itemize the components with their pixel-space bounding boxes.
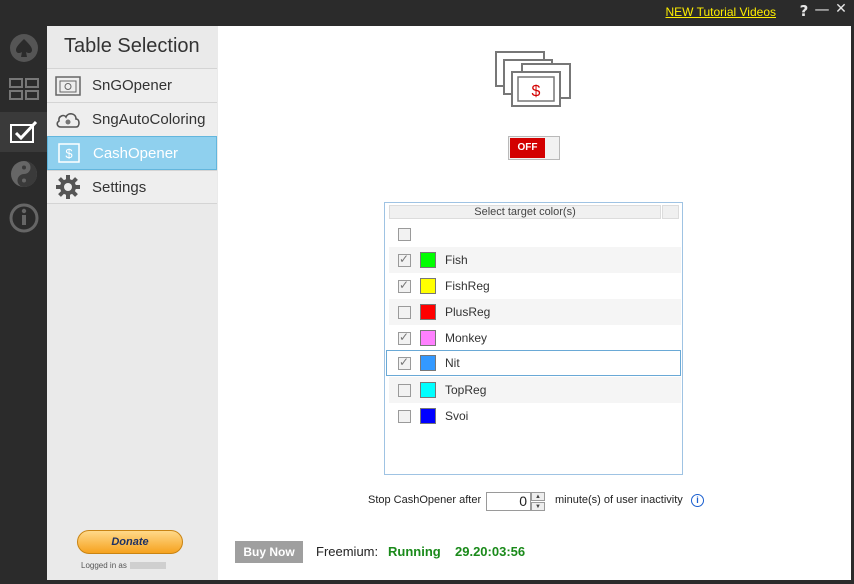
color-name: FishReg xyxy=(445,279,490,293)
nav-label-sngautocoloring: SngAutoColoring xyxy=(92,111,206,128)
nav-label-cashopener: CashOpener xyxy=(93,144,179,162)
color-name: Nit xyxy=(445,356,460,370)
color-row-monkey[interactable]: ✓ Monkey xyxy=(389,325,681,351)
cashopener-toggle[interactable]: OFF xyxy=(508,136,560,160)
svg-text:$: $ xyxy=(532,83,541,100)
color-row-nit[interactable]: ✓ Nit xyxy=(386,350,681,376)
check-mark-icon: ✓ xyxy=(399,277,410,292)
rail-item-yinyang[interactable] xyxy=(4,154,44,194)
info-icon[interactable]: i xyxy=(691,494,704,507)
color-row-topreg[interactable]: TopReg xyxy=(389,377,681,403)
title-bar: NEW Tutorial Videos ? — ✕ xyxy=(0,0,854,26)
timer-text: 29.20:03:56 xyxy=(455,544,526,559)
spin-down-button[interactable]: ▼ xyxy=(531,502,545,511)
nav-item-sngopener[interactable]: SnGOpener xyxy=(47,68,217,102)
main-content: $ OFF Select target color(s) ✓ Fish ✓ Fi… xyxy=(218,26,851,580)
color-checkbox[interactable] xyxy=(398,227,411,241)
color-row-blank[interactable] xyxy=(389,221,681,247)
toggle-off-label: OFF xyxy=(510,138,545,158)
inactivity-minutes-input[interactable]: 0 xyxy=(486,492,531,511)
nav-title: Table Selection xyxy=(64,35,200,57)
username-redacted xyxy=(129,562,166,570)
color-name: TopReg xyxy=(445,383,487,397)
color-swatch xyxy=(420,355,436,371)
yinyang-icon xyxy=(11,161,37,187)
color-list-header-filler xyxy=(662,205,679,219)
color-row-fishreg[interactable]: ✓ FishReg xyxy=(389,273,681,299)
color-swatch xyxy=(420,408,436,424)
rail-item-spade[interactable] xyxy=(4,28,44,68)
rail-item-table-selection[interactable] xyxy=(0,112,47,152)
color-list-header: Select target color(s) xyxy=(389,205,661,219)
color-checkbox[interactable]: ✓ xyxy=(398,354,411,370)
close-button[interactable]: ✕ xyxy=(833,1,849,17)
color-swatch xyxy=(420,304,436,320)
rail-item-info[interactable] xyxy=(4,198,44,238)
nav-label-settings: Settings xyxy=(92,178,147,196)
nav-item-cashopener[interactable]: $ CashOpener xyxy=(47,136,217,170)
logged-in-label: Logged in as xyxy=(81,561,166,570)
help-button[interactable]: ? xyxy=(796,2,812,20)
color-checkbox[interactable]: ✓ xyxy=(398,251,411,267)
cloud-icon xyxy=(54,109,82,131)
target-color-list: Select target color(s) ✓ Fish ✓ FishReg … xyxy=(384,202,683,475)
checkbox-icon xyxy=(9,121,37,143)
color-name: PlusReg xyxy=(445,305,491,319)
nav-item-sngautocoloring[interactable]: SngAutoColoring xyxy=(47,102,217,136)
icon-rail xyxy=(0,26,47,584)
rail-item-grid[interactable] xyxy=(4,69,44,109)
color-swatch xyxy=(420,252,436,268)
color-swatch xyxy=(420,382,436,398)
nav-item-settings[interactable]: Settings xyxy=(47,170,217,204)
color-checkbox[interactable] xyxy=(398,305,411,319)
spade-icon xyxy=(10,34,38,62)
tutorial-videos-link[interactable]: NEW Tutorial Videos xyxy=(666,5,777,19)
inactivity-prefix-label: Stop CashOpener after xyxy=(368,494,482,506)
color-name: Svoi xyxy=(445,409,469,423)
svg-text:$: $ xyxy=(65,146,73,161)
cash-tables-icon: $ xyxy=(495,51,571,107)
grid-icon xyxy=(9,78,39,100)
color-row-fish[interactable]: ✓ Fish xyxy=(389,247,681,273)
plan-label: Freemium: xyxy=(316,544,379,559)
nav-label-sngopener: SnGOpener xyxy=(92,77,173,94)
check-mark-icon: ✓ xyxy=(399,354,410,369)
color-swatch xyxy=(420,278,436,294)
logged-in-text: Logged in as xyxy=(81,561,127,570)
color-name: Monkey xyxy=(445,331,488,345)
color-name: Fish xyxy=(445,253,468,267)
status-text: Running xyxy=(388,544,441,559)
inactivity-suffix-label: minute(s) of user inactivity xyxy=(555,494,683,506)
check-mark-icon: ✓ xyxy=(399,329,410,344)
gear-icon xyxy=(54,175,82,199)
nav-panel: Table Selection SnGOpener SngAutoColorin… xyxy=(47,26,218,580)
check-mark-icon: ✓ xyxy=(399,251,410,266)
donate-button[interactable]: Donate xyxy=(77,530,183,554)
info-circle-icon xyxy=(9,203,39,233)
minimize-button[interactable]: — xyxy=(814,0,830,18)
color-checkbox[interactable] xyxy=(398,409,411,423)
color-swatch xyxy=(420,330,436,346)
dollar-icon: $ xyxy=(55,142,83,164)
color-checkbox[interactable]: ✓ xyxy=(398,329,411,345)
color-checkbox[interactable]: ✓ xyxy=(398,277,411,293)
color-row-svoi[interactable]: Svoi xyxy=(389,403,681,429)
spin-up-button[interactable]: ▲ xyxy=(531,492,545,501)
color-row-plusreg[interactable]: PlusReg xyxy=(389,299,681,325)
buy-now-button[interactable]: Buy Now xyxy=(235,541,303,563)
sng-opener-icon xyxy=(54,75,82,97)
color-checkbox[interactable] xyxy=(398,383,411,397)
